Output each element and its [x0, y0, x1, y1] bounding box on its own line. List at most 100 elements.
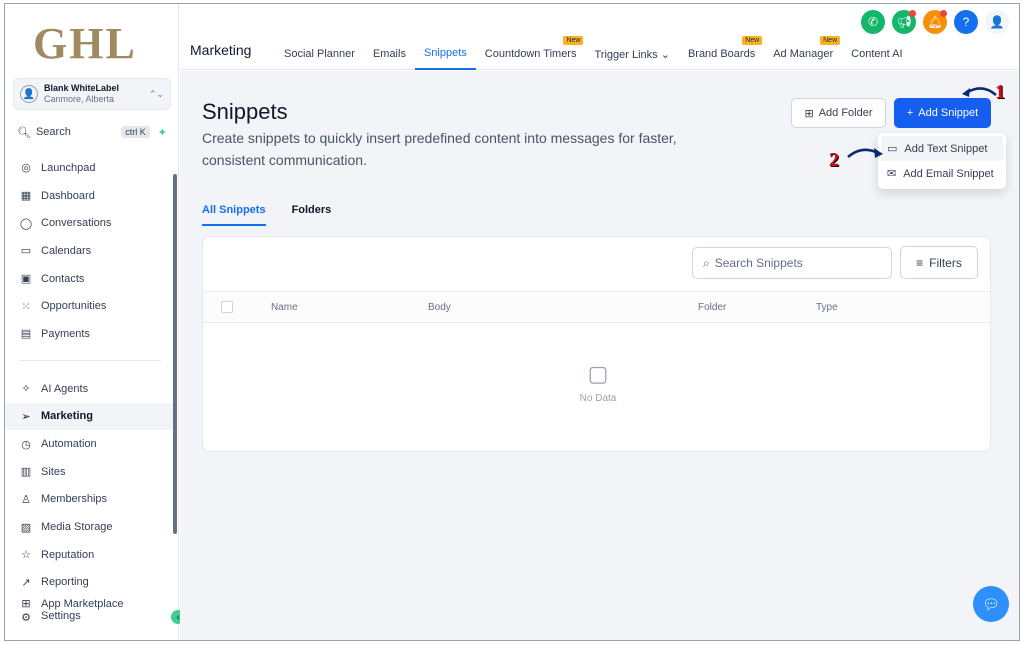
mail-icon: ✉ [887, 168, 897, 180]
sidebar-item-app-marketplace[interactable]: ⊞ App Marketplace [5, 596, 175, 611]
launchpad-icon: ◎ [21, 162, 31, 175]
tab-snippets[interactable]: Snippets [414, 38, 476, 70]
phone-icon[interactable]: ✆ [861, 10, 885, 34]
sidebar-item-label: Memberships [41, 493, 108, 506]
sidebar-scrollbar[interactable] [173, 174, 177, 534]
search-icon: ⌕ [703, 255, 710, 270]
megaphone-icon[interactable]: 📢︎ [892, 10, 916, 34]
tab-countdown-timers[interactable]: New Countdown Timers [476, 36, 586, 70]
header-actions: ✆ 📢︎ 🔔︎ ? 👤 [861, 10, 1009, 34]
chat-icon: 💬︎ [982, 595, 1000, 612]
sidebar-item-media-storage[interactable]: ▨ Media Storage [5, 513, 175, 541]
menu-item-add-email-snippet[interactable]: ✉ Add Email Snippet [881, 161, 1003, 186]
tab-label: Emails [372, 48, 406, 60]
add-folder-button[interactable]: ⊞ Add Folder [791, 98, 886, 128]
sidebar-item-memberships[interactable]: ♙ Memberships [5, 486, 175, 514]
menu-item-label: Add Email Snippet [903, 167, 994, 180]
sidebar-item-automation[interactable]: ◷ Automation [5, 430, 175, 458]
opportunities-icon: ⁙ [21, 300, 31, 313]
tab-brand-boards[interactable]: New Brand Boards [679, 36, 764, 70]
tab-social-planner[interactable]: Social Planner [275, 38, 364, 70]
plus-icon: + [906, 107, 914, 119]
sidebar-item-reporting[interactable]: ↗ Reporting [5, 569, 175, 597]
account-location: Canmore, Alberta [44, 94, 115, 104]
new-badge: New [742, 36, 763, 45]
sidebar-item-dashboard[interactable]: ▦ Dashboard [5, 182, 175, 210]
logo: GHL [33, 19, 137, 68]
sidebar-item-label: Dashboard [41, 189, 95, 202]
page-subtitle: Create snippets to quickly insert predef… [202, 130, 677, 168]
sidebar-item-label: Settings [41, 610, 81, 623]
account-switcher[interactable]: 👤 Blank WhiteLabel Canmore, Alberta ⌃⌄ [13, 78, 171, 110]
sidebar-item-reputation[interactable]: ☆ Reputation [5, 541, 175, 569]
search-label: Search [35, 126, 71, 138]
notification-dot [940, 10, 947, 17]
marketing-tabs: Social Planner Emails Snippets New Countd… [275, 36, 912, 70]
sidebar-item-label: Reporting [41, 576, 89, 589]
sidebar-nav: ◎ Launchpad ▦ Dashboard ◯ Conversations ▭ Ca… [5, 154, 175, 624]
menu-item-label: Add Text Snippet [904, 142, 988, 155]
app-window: GHL 👤 Blank WhiteLabel Canmore, Alberta … [4, 3, 1020, 641]
bell-icon[interactable]: 🔔︎ [923, 10, 947, 34]
sidebar-item-marketing[interactable]: ➢ Marketing [5, 402, 175, 431]
sidebar-item-label: Contacts [41, 272, 85, 285]
sidebar-item-settings[interactable]: ⚙ Settings [5, 610, 175, 624]
tab-emails[interactable]: Emails [364, 38, 415, 70]
chart-icon: ↗ [21, 576, 31, 589]
chevron-updown-icon: ⌃⌄ [148, 88, 164, 99]
sidebar-item-label: Reputation [41, 548, 95, 561]
sidebar-item-launchpad[interactable]: ◎ Launchpad [5, 154, 175, 182]
sidebar-item-label: Calendars [41, 244, 92, 257]
sidebar-item-label: Conversations [41, 217, 112, 230]
calendar-icon: ▭ [20, 245, 32, 258]
filters-button[interactable]: ≡ Filters [900, 246, 978, 279]
sidebar-search[interactable]: 🔍︎ Search ctrl K ✦ [13, 121, 171, 143]
star-icon: ☆ [21, 549, 31, 562]
tab-label: Snippets [423, 47, 467, 59]
column-header-body: Body [428, 302, 451, 313]
no-data-icon: ▢ [587, 361, 609, 386]
sidebar-item-label: Opportunities [41, 300, 107, 313]
tab-label: Ad Manager [773, 48, 834, 60]
sidebar-item-ai-agents[interactable]: ✧ AI Agents [5, 375, 175, 403]
account-avatar-icon: 👤 [20, 85, 38, 103]
dashboard-icon: ▦ [20, 190, 32, 203]
tab-ad-manager[interactable]: New Ad Manager [764, 36, 842, 70]
tab-content-ai[interactable]: Content AI [842, 38, 911, 70]
chat-widget-button[interactable]: 💬︎ [973, 586, 1009, 622]
avatar[interactable]: 👤 [985, 10, 1009, 34]
add-snippet-menu: ▭ Add Text Snippet ✉ Add Email Snippet [878, 133, 1006, 189]
text-snippet-icon: ▭ [887, 143, 898, 155]
sidebar-item-sites[interactable]: ▥ Sites [5, 458, 175, 486]
account-name: Blank WhiteLabel [44, 83, 120, 93]
sidebar-item-calendars[interactable]: ▭ Calendars [5, 237, 175, 265]
tab-label: Countdown Timers [484, 48, 577, 60]
chat-icon: ◯ [19, 217, 33, 230]
help-icon[interactable]: ? [954, 10, 978, 34]
contacts-icon: ▣ [20, 273, 32, 286]
tab-label: Social Planner [284, 48, 355, 60]
sidebar-item-payments[interactable]: ▤ Payments [5, 320, 175, 348]
sidebar-item-label: Launchpad [41, 161, 96, 174]
page-title: Snippets [202, 99, 288, 124]
send-icon: ➢ [21, 410, 31, 423]
sidebar-item-conversations[interactable]: ◯ Conversations [5, 209, 175, 237]
select-all-checkbox[interactable] [221, 301, 233, 313]
tab-folders[interactable]: Folders [292, 204, 332, 226]
tab-label: Trigger Links ⌄ [594, 48, 670, 61]
sidebar: GHL 👤 Blank WhiteLabel Canmore, Alberta … [5, 4, 179, 640]
snippet-subtabs: All Snippets Folders [202, 204, 331, 226]
tab-all-snippets[interactable]: All Snippets [202, 204, 266, 226]
notification-dot [909, 10, 916, 17]
sidebar-item-contacts[interactable]: ▣ Contacts [5, 265, 175, 293]
annotation-2: 2 [829, 149, 839, 171]
search-snippets-input[interactable]: ⌕ Search Snippets [692, 247, 892, 279]
sidebar-item-opportunities[interactable]: ⁙ Opportunities [5, 292, 175, 320]
sidebar-item-label: Automation [41, 438, 97, 451]
column-header-folder: Folder [698, 302, 727, 313]
tab-trigger-links[interactable]: Trigger Links ⌄ [585, 38, 678, 70]
annotation-arrow-icon [962, 87, 997, 97]
search-shortcut: ctrl K [121, 126, 150, 138]
menu-item-add-text-snippet[interactable]: ▭ Add Text Snippet [881, 136, 1003, 161]
quick-action-icon[interactable]: ✦ [158, 126, 167, 139]
